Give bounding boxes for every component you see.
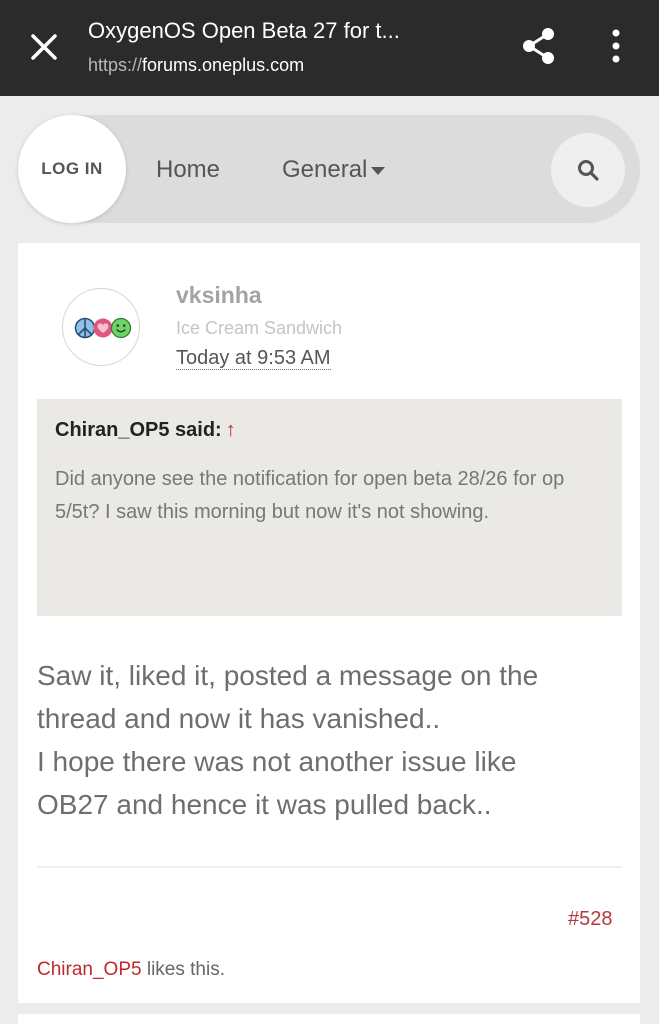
avatar[interactable] bbox=[62, 288, 140, 366]
nav-general-label: General bbox=[282, 156, 368, 183]
message-line: thread and now it has vanished.. bbox=[37, 703, 441, 734]
user-title: Ice Cream Sandwich bbox=[176, 318, 343, 338]
post-number-link[interactable]: #528 bbox=[568, 908, 613, 931]
nav-general-dropdown[interactable]: General bbox=[282, 156, 386, 184]
post-message: Saw it, liked it, posted a message on th… bbox=[37, 654, 627, 826]
browser-toolbar: OxygenOS Open Beta 27 for t... https://f… bbox=[0, 0, 659, 96]
peace-icon bbox=[74, 317, 96, 339]
arrow-up-icon[interactable]: ↑ bbox=[226, 419, 236, 441]
search-icon bbox=[578, 160, 599, 181]
url-host: forums.oneplus.com bbox=[142, 55, 305, 75]
post-username[interactable]: vksinha bbox=[176, 282, 262, 309]
page-title: OxygenOS Open Beta 27 for t... bbox=[88, 18, 400, 43]
liker-link[interactable]: Chiran_OP5 bbox=[37, 959, 142, 980]
quote-author: Chiran_OP5 said: bbox=[55, 419, 222, 441]
post-timestamp[interactable]: Today at 9:53 AM bbox=[176, 347, 331, 370]
search-button[interactable] bbox=[551, 133, 625, 207]
smiley-icon bbox=[110, 317, 132, 339]
share-icon[interactable] bbox=[518, 25, 560, 67]
divider bbox=[37, 866, 622, 868]
likes-suffix: likes this. bbox=[141, 959, 225, 980]
url-scheme: https:// bbox=[88, 55, 143, 75]
quote-block: Chiran_OP5 said: ↑ Did anyone see the not… bbox=[37, 399, 622, 616]
message-line: I hope there was not another issue like bbox=[37, 746, 517, 777]
close-icon[interactable] bbox=[24, 27, 64, 67]
page-url: https://forums.oneplus.com bbox=[88, 55, 304, 76]
likes-summary: Chiran_OP5 likes this. bbox=[37, 959, 225, 981]
login-button[interactable]: LOG IN bbox=[18, 115, 126, 223]
message-line: OB27 and hence it was pulled back.. bbox=[37, 789, 492, 820]
message-line: Saw it, liked it, posted a message on th… bbox=[37, 660, 539, 691]
nav-home-link[interactable]: Home bbox=[156, 156, 220, 184]
chevron-down-icon bbox=[371, 166, 386, 175]
post-card: vksinha Ice Cream Sandwich Today at 9:53… bbox=[18, 243, 640, 1003]
quote-text: Did anyone see the notification for open… bbox=[55, 468, 565, 523]
next-post-card bbox=[18, 1014, 640, 1024]
heart-icon bbox=[93, 318, 113, 338]
more-vert-icon[interactable] bbox=[602, 25, 630, 67]
quote-header: Chiran_OP5 said: ↑ bbox=[55, 419, 236, 442]
